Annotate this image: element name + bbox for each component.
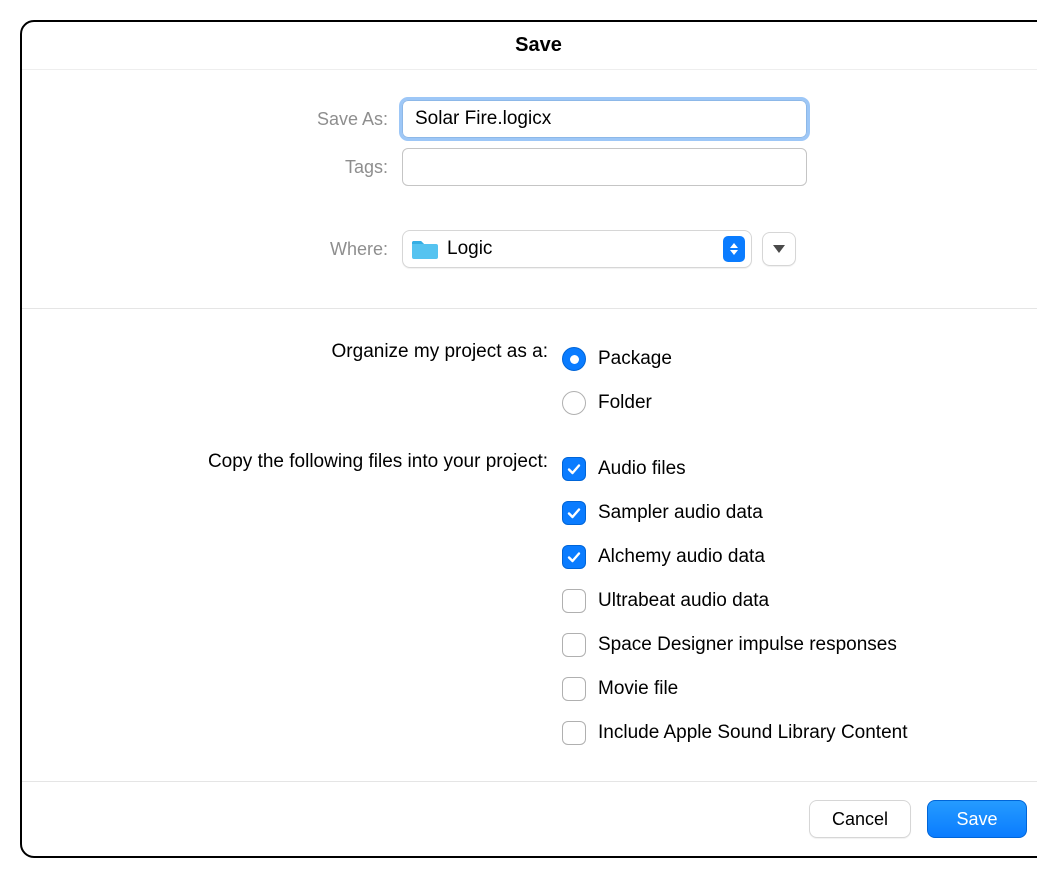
cancel-button[interactable]: Cancel — [809, 800, 911, 838]
radio-icon — [562, 391, 586, 415]
radio-icon — [562, 347, 586, 371]
checkbox-icon — [562, 721, 586, 745]
checkbox-icon — [562, 457, 586, 481]
options-section: Organize my project as a: PackageFolder … — [22, 309, 1037, 781]
chevron-down-icon — [773, 245, 785, 253]
checkbox-icon — [562, 633, 586, 657]
copy-option-label: Movie file — [598, 678, 678, 700]
tags-input[interactable] — [402, 148, 807, 186]
copy-option-label: Include Apple Sound Library Content — [598, 722, 908, 744]
organize-option-label: Folder — [598, 392, 652, 414]
checkbox-icon — [562, 677, 586, 701]
checkbox-icon — [562, 501, 586, 525]
copy-option-label: Ultrabeat audio data — [598, 590, 769, 612]
checkbox-icon — [562, 545, 586, 569]
copy-option-label: Space Designer impulse responses — [598, 634, 897, 656]
save-as-label: Save As: — [62, 109, 402, 130]
organize-label: Organize my project as a: — [62, 337, 562, 367]
copy-label: Copy the following files into your proje… — [62, 447, 562, 477]
copy-option[interactable]: Ultrabeat audio data — [562, 579, 1015, 623]
copy-option[interactable]: Movie file — [562, 667, 1015, 711]
folder-icon — [411, 238, 439, 260]
expand-button[interactable] — [762, 232, 796, 266]
copy-option[interactable]: Sampler audio data — [562, 491, 1015, 535]
copy-option-label: Alchemy audio data — [598, 546, 765, 568]
copy-option[interactable]: Space Designer impulse responses — [562, 623, 1015, 667]
save-as-input[interactable] — [402, 100, 807, 138]
dialog-footer: Cancel Save — [22, 781, 1037, 856]
copy-option-label: Sampler audio data — [598, 502, 763, 524]
save-dialog: Save Save As: Tags: Where: — [20, 20, 1037, 858]
where-label: Where: — [62, 239, 402, 260]
updown-stepper-icon — [723, 236, 745, 262]
copy-option[interactable]: Include Apple Sound Library Content — [562, 711, 1015, 755]
dialog-title: Save — [22, 22, 1037, 70]
organize-option[interactable]: Folder — [562, 381, 1015, 425]
save-button[interactable]: Save — [927, 800, 1027, 838]
checkbox-icon — [562, 589, 586, 613]
where-select[interactable]: Logic — [402, 230, 752, 268]
copy-option[interactable]: Audio files — [562, 447, 1015, 491]
file-fields-section: Save As: Tags: Where: — [22, 70, 1037, 308]
organize-option-label: Package — [598, 348, 672, 370]
where-value: Logic — [447, 238, 723, 260]
copy-option[interactable]: Alchemy audio data — [562, 535, 1015, 579]
copy-option-label: Audio files — [598, 458, 686, 480]
organize-option[interactable]: Package — [562, 337, 1015, 381]
tags-label: Tags: — [62, 157, 402, 178]
